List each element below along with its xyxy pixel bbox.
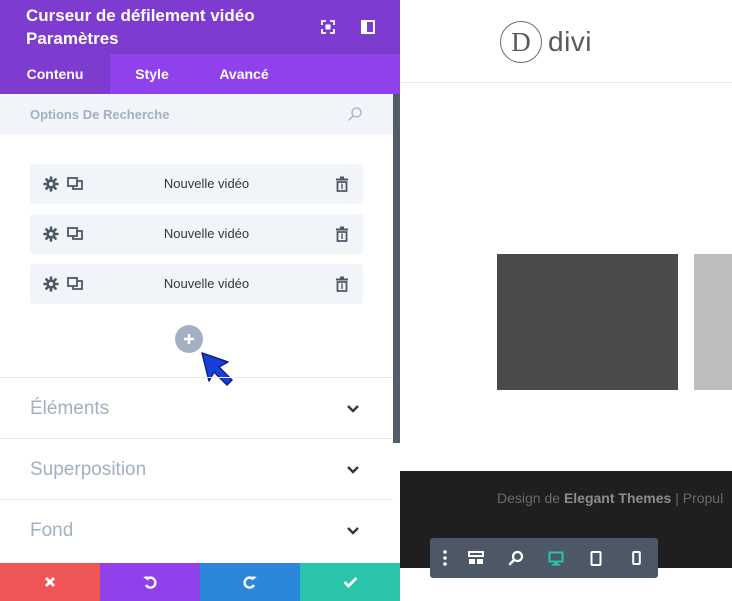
panel-footer — [0, 563, 400, 601]
view-mode-toolbar — [430, 538, 658, 578]
undo-icon — [143, 576, 157, 589]
search-icon[interactable] — [347, 106, 363, 122]
builder-screen: D divi Design de Elegant Themes | Propul — [0, 0, 732, 601]
cancel-button[interactable] — [0, 563, 100, 601]
phone-icon[interactable] — [616, 538, 656, 578]
panel-title-module: Curseur de défilement vidéo — [26, 6, 255, 25]
trash-icon[interactable] — [333, 175, 351, 193]
list-item[interactable]: Nouvelle vidéo — [30, 214, 363, 254]
tab-style[interactable]: Style — [110, 54, 194, 94]
panel-scroll-track — [393, 443, 400, 563]
site-header: D divi — [400, 0, 732, 83]
item-label: Nouvelle vidéo — [163, 176, 250, 191]
sidebar-layout-icon[interactable] — [358, 17, 378, 37]
footer-credit: Design de Elegant Themes | Propul — [497, 490, 723, 506]
panel-scrollbar[interactable] — [393, 94, 400, 443]
chevron-down-icon — [347, 527, 359, 535]
toggle-background[interactable]: Fond — [0, 499, 393, 560]
trash-icon[interactable] — [333, 225, 351, 243]
footer-credit-prefix: Design de — [497, 490, 564, 506]
search-bar — [0, 94, 393, 134]
close-icon — [45, 577, 55, 587]
zoom-icon[interactable] — [496, 538, 536, 578]
video-slide-next[interactable] — [694, 254, 732, 390]
more-dots-icon[interactable] — [434, 538, 456, 578]
tab-content[interactable]: Contenu — [0, 54, 110, 94]
tab-advanced[interactable]: Avancé — [194, 54, 294, 94]
chevron-down-icon — [347, 466, 359, 474]
item-label: Nouvelle vidéo — [163, 276, 250, 291]
toggle-label: Fond — [30, 520, 74, 541]
check-icon — [343, 577, 357, 588]
trash-icon[interactable] — [333, 275, 351, 293]
save-button[interactable] — [300, 563, 400, 601]
list-item[interactable]: Nouvelle vidéo — [30, 264, 363, 304]
footer-credit-brand[interactable]: Elegant Themes — [564, 490, 671, 506]
logo-mark: D — [500, 21, 542, 63]
tablet-icon[interactable] — [576, 538, 616, 578]
redo-icon — [243, 576, 257, 589]
add-item-button[interactable] — [175, 325, 203, 353]
fullscreen-icon[interactable] — [318, 17, 338, 37]
redo-button[interactable] — [200, 563, 300, 601]
plus-icon — [184, 334, 194, 344]
chevron-down-icon — [347, 405, 359, 413]
list-item[interactable]: Nouvelle vidéo — [30, 164, 363, 204]
toggle-overlay[interactable]: Superposition — [0, 438, 393, 499]
panel-tabs: Contenu Style Avancé — [0, 54, 400, 94]
panel-title: Curseur de défilement vidéo Paramètres — [26, 4, 326, 50]
site-logo[interactable]: D divi — [500, 21, 592, 63]
toggle-label: Superposition — [30, 459, 147, 480]
toggle-elements[interactable]: Éléments — [0, 377, 393, 438]
search-input[interactable] — [30, 94, 330, 134]
item-label: Nouvelle vidéo — [163, 226, 250, 241]
panel-header[interactable]: Curseur de défilement vidéo Paramètres — [0, 0, 400, 54]
logo-text: divi — [548, 26, 593, 57]
layout-icon[interactable] — [456, 538, 496, 578]
settings-panel: Curseur de défilement vidéo Paramètres C… — [0, 0, 400, 601]
panel-body: Nouvelle vidéo Nouvelle vidéo Nouvelle v… — [0, 94, 393, 563]
undo-button[interactable] — [100, 563, 200, 601]
video-slide-active[interactable] — [497, 254, 678, 390]
page-preview: D divi Design de Elegant Themes | Propul — [400, 0, 732, 601]
toggle-label: Éléments — [30, 398, 110, 419]
footer-credit-suffix: | Propul — [671, 490, 724, 506]
panel-title-settings: Paramètres — [26, 29, 119, 48]
desktop-icon[interactable] — [536, 538, 576, 578]
